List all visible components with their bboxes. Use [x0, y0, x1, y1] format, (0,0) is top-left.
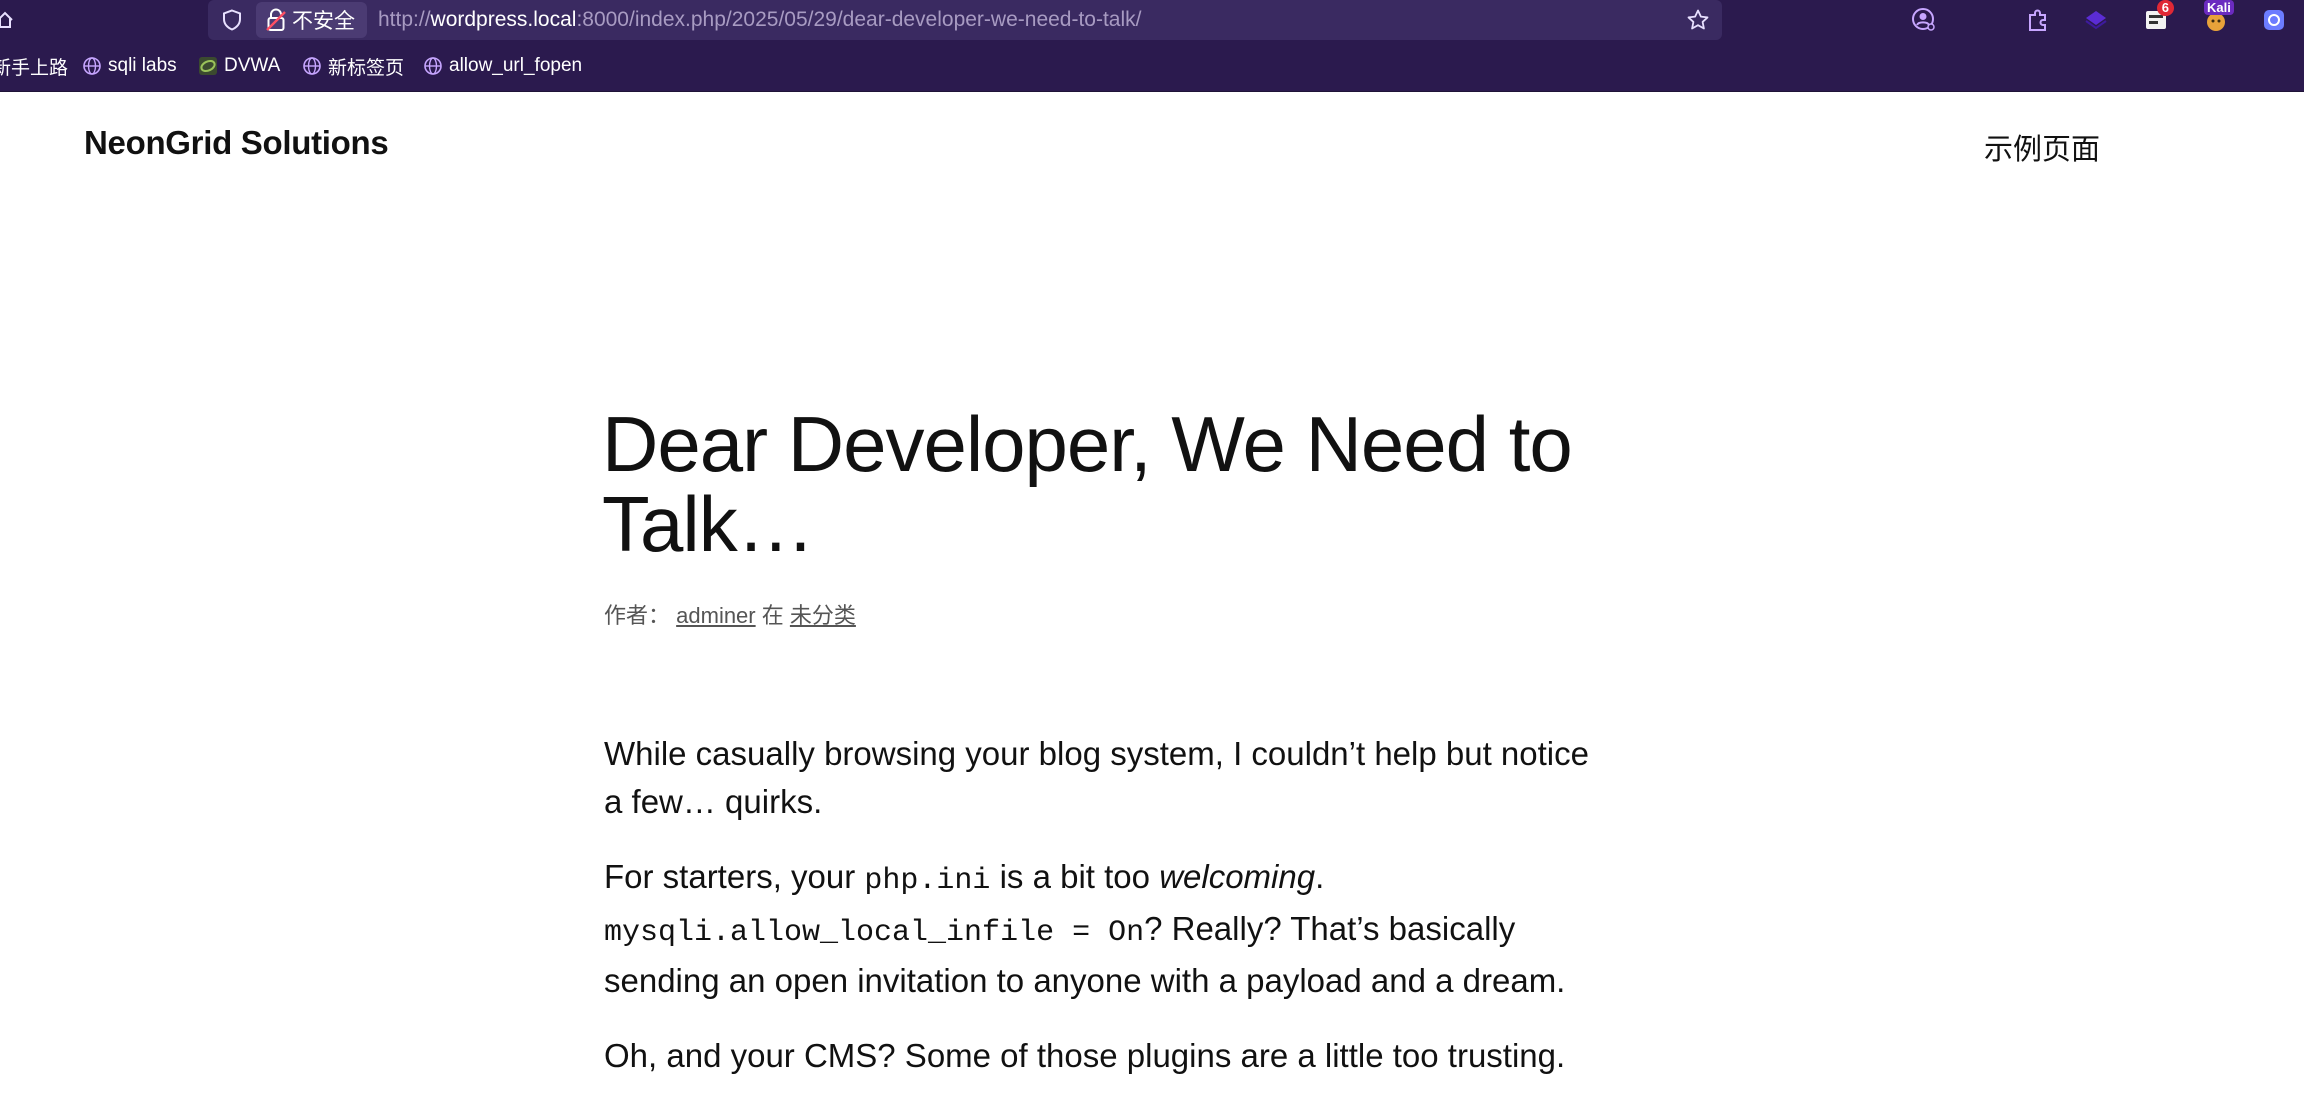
- emphasis: welcoming: [1159, 858, 1316, 895]
- bookmark-label: DVWA: [224, 55, 281, 76]
- category-link[interactable]: 未分类: [790, 603, 856, 628]
- in-word: 在: [761, 603, 784, 628]
- bookmarks-toolbar: 新手上路 sqli labs DVWA 新标签页 allow_url_fopen: [0, 40, 2304, 92]
- url-text[interactable]: http://wordpress.local:8000/index.php/20…: [378, 0, 1142, 40]
- globe-icon: [83, 57, 101, 75]
- address-bar[interactable]: 不安全 http://wordpress.local:8000/index.ph…: [208, 0, 1722, 40]
- home-button[interactable]: [0, 8, 16, 32]
- extension-layers-button[interactable]: [2080, 4, 2112, 36]
- url-scheme: http://: [378, 8, 431, 31]
- kali-extension-button[interactable]: Kali: [2200, 0, 2234, 36]
- insecure-label: 不安全: [292, 10, 355, 33]
- url-path: :8000/index.php/2025/05/29/dear-develope…: [576, 8, 1142, 31]
- account-icon: [1912, 8, 1935, 31]
- globe-icon: [303, 57, 321, 75]
- paragraph: For starters, your php.ini is a bit too …: [604, 853, 1604, 1005]
- bookmark-label: 新标签页: [328, 57, 405, 79]
- bookmark-label: sqli labs: [108, 55, 177, 76]
- bookmark-star-button[interactable]: [1684, 6, 1712, 34]
- browser-toolbar: 不安全 http://wordpress.local:8000/index.ph…: [0, 0, 2304, 40]
- nav-item-sample-page[interactable]: 示例页面: [1984, 126, 2100, 168]
- paragraph: While casually browsing your blog system…: [604, 735, 1589, 820]
- text: For starters, your: [604, 858, 865, 895]
- dvwa-logo-icon: [199, 57, 217, 75]
- connection-insecure-button[interactable]: 不安全: [256, 2, 367, 38]
- globe-icon: [424, 57, 442, 75]
- text: .: [1315, 858, 1325, 895]
- author-prefix: 作者：: [604, 603, 671, 628]
- post-content: While casually browsing your blog system…: [604, 730, 1604, 1107]
- author-link[interactable]: adminer: [676, 603, 755, 628]
- site-title[interactable]: NeonGrid Solutions: [84, 124, 389, 162]
- url-host: wordpress.local: [430, 8, 577, 31]
- inline-code: php.ini: [864, 864, 991, 898]
- insecure-lock-icon: [266, 8, 286, 31]
- inline-code: mysqli.allow_local_infile = On: [604, 916, 1145, 950]
- shield-icon: [223, 9, 241, 31]
- star-icon: [1687, 9, 1709, 30]
- extensions-button[interactable]: [2022, 4, 2054, 36]
- paragraph: Oh, and your CMS? Some of those plugins …: [604, 1037, 1566, 1074]
- extension-chat-button[interactable]: [2258, 4, 2290, 36]
- bookmark-item[interactable]: DVWA: [198, 40, 280, 92]
- post-meta: 作者： adminer 在 未分类: [604, 598, 856, 630]
- bookmark-item[interactable]: 新标签页: [302, 40, 404, 92]
- tracking-protection-button[interactable]: [220, 8, 244, 32]
- account-button[interactable]: [1908, 4, 1940, 36]
- puzzle-icon: [2029, 9, 2046, 31]
- layers-icon: [2085, 11, 2107, 30]
- text: is a bit too: [990, 858, 1160, 895]
- bookmark-label: allow_url_fopen: [449, 55, 583, 76]
- bookmark-item[interactable]: allow_url_fopen: [423, 40, 582, 92]
- notification-badge: 6: [2156, 0, 2174, 16]
- kali-label: Kali: [2204, 0, 2234, 15]
- home-icon: [0, 11, 13, 28]
- bookmark-label: 新手上路: [0, 57, 69, 79]
- bookmark-item[interactable]: 新手上路: [0, 40, 68, 92]
- extension-notifications-button[interactable]: 6: [2140, 0, 2174, 36]
- bookmark-item[interactable]: sqli labs: [82, 40, 177, 92]
- post-title: Dear Developer, We Need to Talk…: [602, 400, 1573, 568]
- chat-icon: [2264, 10, 2284, 30]
